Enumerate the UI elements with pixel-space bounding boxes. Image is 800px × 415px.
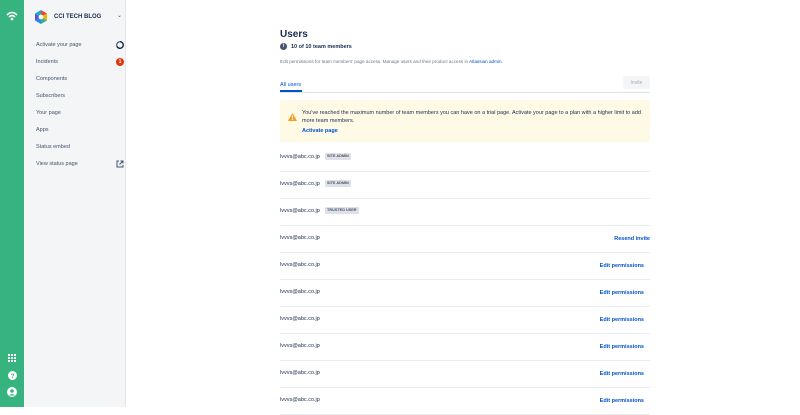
sidebar-item-label: Your page — [36, 110, 61, 116]
page-logo-icon — [35, 10, 47, 24]
invite-button[interactable]: Invite — [623, 76, 650, 89]
edit-permissions-link[interactable]: Edit permissions — [600, 398, 644, 404]
sidebar-item-label: View status page — [36, 161, 78, 167]
statuspage-logo-icon[interactable] — [5, 9, 19, 23]
user-email: lvvvs@abc.co.jp — [280, 289, 320, 295]
user-row: lvvvs@abc.co.jp SITE ADMIN — [280, 145, 650, 172]
users-page: Users i 10 of 10 team members Edit permi… — [280, 0, 652, 415]
page-title: Users — [280, 29, 308, 40]
user-email: lvvvs@abc.co.jp — [280, 370, 320, 376]
role-badge: SITE ADMIN — [325, 153, 351, 160]
trial-limit-warning: You've reached the maximum number of tea… — [280, 100, 650, 142]
atlassian-admin-link[interactable]: Atlassian admin — [469, 59, 501, 64]
sidebar: CCI TECH BLOG ⌄ Activate your page Incid… — [24, 0, 126, 407]
user-row: lvvvs@abc.co.jp Edit permissions — [280, 388, 650, 415]
edit-permissions-link[interactable]: Edit permissions — [600, 371, 644, 377]
user-email: lvvvs@abc.co.jp — [280, 208, 320, 214]
member-count: i 10 of 10 team members — [280, 43, 352, 50]
warning-text: You've reached the maximum number of tea… — [302, 110, 641, 124]
sidebar-item-apps[interactable]: Apps — [36, 124, 124, 136]
user-email: lvvvs@abc.co.jp — [280, 397, 320, 403]
activate-page-link[interactable]: Activate page — [302, 128, 338, 134]
edit-permissions-link[interactable]: Edit permissions — [600, 317, 644, 323]
user-email: lvvvs@abc.co.jp — [280, 181, 320, 187]
sidebar-item-incidents[interactable]: Incidents 1 — [36, 56, 124, 68]
progress-ring-icon — [116, 41, 124, 51]
external-link-icon — [116, 160, 124, 170]
info-icon: i — [280, 43, 287, 50]
sidebar-item-label: Incidents — [36, 59, 59, 65]
role-badge: SITE ADMIN — [325, 180, 351, 187]
user-email: lvvvs@abc.co.jp — [280, 154, 320, 160]
page-description: Edit permissions for team members' page … — [280, 59, 503, 64]
role-badge: TRUSTED USER — [325, 207, 359, 214]
user-row: lvvvs@abc.co.jp Edit permissions — [280, 253, 650, 280]
profile-avatar-icon[interactable] — [5, 385, 19, 399]
user-row: lvvvs@abc.co.jp Edit permissions — [280, 334, 650, 361]
user-row: lvvvs@abc.co.jp SITE ADMIN — [280, 172, 650, 199]
user-email: lvvvs@abc.co.jp — [280, 235, 320, 241]
sidebar-item-view-status-page[interactable]: View status page — [36, 158, 124, 170]
product-rail: ? — [0, 0, 24, 407]
user-email: lvvvs@abc.co.jp — [280, 262, 320, 268]
tab-bar: All users — [280, 77, 330, 92]
sidebar-item-components[interactable]: Components — [36, 73, 124, 85]
user-row: lvvvs@abc.co.jp Edit permissions — [280, 307, 650, 334]
description-text: Edit permissions for team members' page … — [280, 59, 469, 64]
sidebar-item-label: Apps — [36, 127, 49, 133]
sidebar-item-label: Status embed — [36, 144, 70, 150]
edit-permissions-link[interactable]: Edit permissions — [600, 290, 644, 296]
page-switcher[interactable]: CCI TECH BLOG ⌄ — [34, 8, 124, 26]
sidebar-item-activate[interactable]: Activate your page — [36, 39, 124, 51]
tab-divider — [280, 92, 650, 93]
sidebar-item-label: Activate your page — [36, 42, 82, 48]
chevron-down-icon[interactable]: ⌄ — [117, 12, 122, 19]
sidebar-item-label: Subscribers — [36, 93, 66, 99]
user-row: lvvvs@abc.co.jp Resend invite — [280, 226, 650, 253]
app-switcher-icon[interactable] — [5, 351, 19, 365]
warning-icon — [288, 108, 297, 126]
sidebar-item-label: Components — [36, 76, 68, 82]
incidents-count-badge: 1 — [116, 58, 124, 66]
resend-invite-link[interactable]: Resend invite — [614, 236, 650, 242]
help-icon[interactable]: ? — [5, 368, 19, 382]
svg-text:?: ? — [10, 373, 14, 380]
edit-permissions-link[interactable]: Edit permissions — [600, 263, 644, 269]
user-row: lvvvs@abc.co.jp TRUSTED USER — [280, 199, 650, 226]
user-email: lvvvs@abc.co.jp — [280, 316, 320, 322]
user-row: lvvvs@abc.co.jp Edit permissions — [280, 280, 650, 307]
member-count-text: 10 of 10 team members — [291, 43, 352, 50]
user-email: lvvvs@abc.co.jp — [280, 343, 320, 349]
sidebar-item-status-embed[interactable]: Status embed — [36, 141, 124, 153]
edit-permissions-link[interactable]: Edit permissions — [600, 344, 644, 350]
sidebar-item-subscribers[interactable]: Subscribers — [36, 90, 124, 102]
user-row: lvvvs@abc.co.jp Edit permissions — [280, 361, 650, 388]
page-name: CCI TECH BLOG — [54, 14, 102, 20]
description-end: . — [501, 59, 503, 64]
sidebar-item-your-page[interactable]: Your page — [36, 107, 124, 119]
tab-all-users[interactable]: All users — [280, 82, 301, 88]
